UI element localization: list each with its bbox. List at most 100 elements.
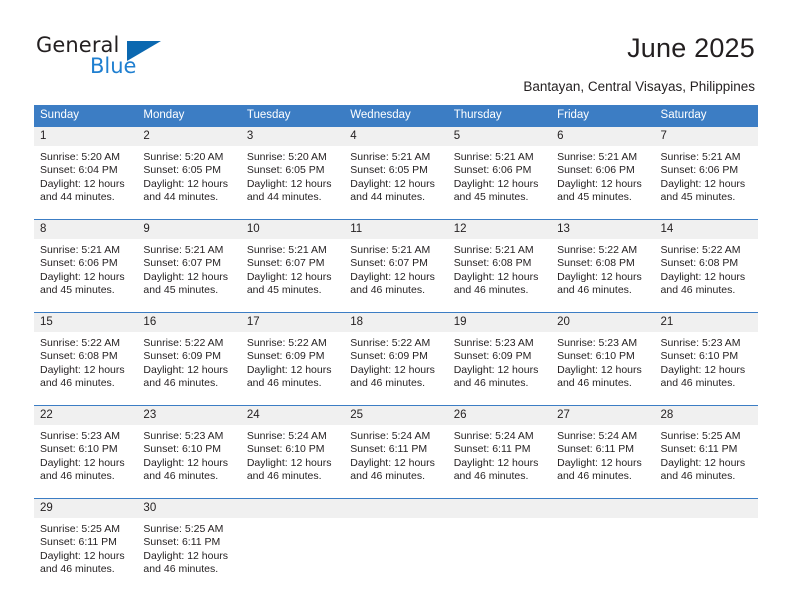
day-number: 4 [344,127,448,146]
day-details: Sunrise: 5:24 AM Sunset: 6:11 PM Dayligh… [448,425,551,484]
calendar-week-row: 15 Sunrise: 5:22 AM Sunset: 6:08 PM Dayl… [34,312,758,406]
day-number [551,499,655,518]
calendar-day-cell[interactable]: 29 Sunrise: 5:25 AM Sunset: 6:11 PM Dayl… [34,498,138,587]
day-number [240,499,345,518]
calendar-day-cell[interactable]: 20 Sunrise: 5:23 AM Sunset: 6:10 PM Dayl… [551,312,655,406]
day-details: Sunrise: 5:20 AM Sunset: 6:04 PM Dayligh… [34,146,137,205]
day-number: 12 [447,220,552,239]
sunrise-text: Sunrise: 5:21 AM [40,244,120,256]
day-number: 6 [551,127,655,146]
day-number: 8 [34,220,138,239]
calendar-day-cell[interactable]: 9 Sunrise: 5:21 AM Sunset: 6:07 PM Dayli… [137,219,241,313]
sunset-text: Sunset: 6:07 PM [246,257,325,270]
calendar-day-cell[interactable]: 14 Sunrise: 5:22 AM Sunset: 6:08 PM Dayl… [654,219,758,313]
sunrise-text: Sunrise: 5:25 AM [40,523,120,535]
daylight-text: Daylight: 12 hours and 45 minutes. [143,270,229,297]
day-number: 24 [240,406,345,425]
calendar-day-cell-empty [447,498,552,587]
calendar-day-cell[interactable]: 26 Sunrise: 5:24 AM Sunset: 6:11 PM Dayl… [447,405,552,499]
calendar-day-cell[interactable]: 22 Sunrise: 5:23 AM Sunset: 6:10 PM Dayl… [34,405,138,499]
calendar-day-cell[interactable]: 28 Sunrise: 5:25 AM Sunset: 6:11 PM Dayl… [654,405,758,499]
daylight-text: Daylight: 12 hours and 45 minutes. [246,270,332,297]
calendar-week-row: 8 Sunrise: 5:21 AM Sunset: 6:06 PM Dayli… [34,219,758,313]
calendar-day-cell[interactable]: 6 Sunrise: 5:21 AM Sunset: 6:06 PM Dayli… [551,126,655,220]
day-details: Sunrise: 5:25 AM Sunset: 6:11 PM Dayligh… [655,425,758,484]
daylight-text: Daylight: 12 hours and 45 minutes. [453,177,539,204]
calendar-day-cell[interactable]: 27 Sunrise: 5:24 AM Sunset: 6:11 PM Dayl… [551,405,655,499]
daylight-text: Daylight: 12 hours and 46 minutes. [557,270,642,297]
sunset-text: Sunset: 6:11 PM [557,443,634,456]
calendar-day-cell[interactable]: 7 Sunrise: 5:21 AM Sunset: 6:06 PM Dayli… [654,126,758,220]
calendar-day-cell[interactable]: 3 Sunrise: 5:20 AM Sunset: 6:05 PM Dayli… [240,126,345,220]
day-details: Sunrise: 5:21 AM Sunset: 6:07 PM Dayligh… [344,239,447,298]
day-details: Sunrise: 5:24 AM Sunset: 6:11 PM Dayligh… [551,425,654,484]
day-number: 7 [654,127,758,146]
daylight-text: Daylight: 12 hours and 45 minutes. [557,177,642,204]
day-details: Sunrise: 5:22 AM Sunset: 6:09 PM Dayligh… [137,332,240,391]
daylight-text: Daylight: 12 hours and 46 minutes. [350,456,435,483]
sunrise-text: Sunrise: 5:21 AM [453,244,534,256]
day-details: Sunrise: 5:20 AM Sunset: 6:05 PM Dayligh… [137,146,240,205]
day-number: 2 [137,127,241,146]
page-subtitle: Bantayan, Central Visayas, Philippines [523,79,755,94]
daylight-text: Daylight: 12 hours and 46 minutes. [453,456,539,483]
calendar-day-cell[interactable]: 24 Sunrise: 5:24 AM Sunset: 6:10 PM Dayl… [240,405,345,499]
daylight-text: Daylight: 12 hours and 46 minutes. [350,270,435,297]
day-details: Sunrise: 5:22 AM Sunset: 6:08 PM Dayligh… [655,239,758,298]
sunrise-text: Sunrise: 5:22 AM [143,337,224,349]
sunset-text: Sunset: 6:11 PM [143,536,221,549]
day-number: 19 [447,313,552,332]
day-number [344,499,448,518]
sunset-text: Sunset: 6:06 PM [557,164,635,177]
calendar-day-cell[interactable]: 18 Sunrise: 5:22 AM Sunset: 6:09 PM Dayl… [344,312,448,406]
calendar-day-cell[interactable]: 5 Sunrise: 5:21 AM Sunset: 6:06 PM Dayli… [447,126,552,220]
calendar-day-cell[interactable]: 12 Sunrise: 5:21 AM Sunset: 6:08 PM Dayl… [447,219,552,313]
sunset-text: Sunset: 6:10 PM [143,443,222,456]
sunset-text: Sunset: 6:11 PM [40,536,117,549]
calendar-day-cell[interactable]: 1 Sunrise: 5:20 AM Sunset: 6:04 PM Dayli… [34,126,138,220]
sunrise-text: Sunrise: 5:23 AM [453,337,534,349]
calendar-day-cell-empty [654,498,758,587]
day-details: Sunrise: 5:21 AM Sunset: 6:07 PM Dayligh… [241,239,344,298]
daylight-text: Daylight: 12 hours and 46 minutes. [40,549,125,576]
weekday-header-friday: Friday [551,105,655,127]
calendar-day-cell[interactable]: 13 Sunrise: 5:22 AM Sunset: 6:08 PM Dayl… [551,219,655,313]
calendar-day-cell[interactable]: 21 Sunrise: 5:23 AM Sunset: 6:10 PM Dayl… [654,312,758,406]
sunrise-text: Sunrise: 5:24 AM [246,430,327,442]
calendar-week-row: 1 Sunrise: 5:20 AM Sunset: 6:04 PM Dayli… [34,126,758,220]
sunrise-text: Sunrise: 5:21 AM [350,151,431,163]
sunrise-text: Sunrise: 5:20 AM [143,151,224,163]
calendar-day-cell[interactable]: 17 Sunrise: 5:22 AM Sunset: 6:09 PM Dayl… [240,312,345,406]
calendar-day-cell[interactable]: 10 Sunrise: 5:21 AM Sunset: 6:07 PM Dayl… [240,219,345,313]
day-details: Sunrise: 5:23 AM Sunset: 6:10 PM Dayligh… [655,332,758,391]
daylight-text: Daylight: 12 hours and 44 minutes. [246,177,332,204]
calendar-day-cell[interactable]: 8 Sunrise: 5:21 AM Sunset: 6:06 PM Dayli… [34,219,138,313]
sunrise-text: Sunrise: 5:24 AM [557,430,638,442]
sunrise-text: Sunrise: 5:23 AM [143,430,224,442]
sunset-text: Sunset: 6:08 PM [660,257,739,270]
day-number [447,499,552,518]
calendar-day-cell[interactable]: 4 Sunrise: 5:21 AM Sunset: 6:05 PM Dayli… [344,126,448,220]
calendar-day-cell[interactable]: 23 Sunrise: 5:23 AM Sunset: 6:10 PM Dayl… [137,405,241,499]
daylight-text: Daylight: 12 hours and 46 minutes. [143,456,229,483]
sunrise-text: Sunrise: 5:20 AM [40,151,120,163]
calendar-day-cell[interactable]: 11 Sunrise: 5:21 AM Sunset: 6:07 PM Dayl… [344,219,448,313]
calendar-day-cell[interactable]: 16 Sunrise: 5:22 AM Sunset: 6:09 PM Dayl… [137,312,241,406]
sunset-text: Sunset: 6:09 PM [350,350,428,363]
daylight-text: Daylight: 12 hours and 44 minutes. [350,177,435,204]
sunrise-text: Sunrise: 5:21 AM [246,244,327,256]
sunset-text: Sunset: 6:11 PM [660,443,738,456]
calendar-week-row: 29 Sunrise: 5:25 AM Sunset: 6:11 PM Dayl… [34,498,758,587]
calendar-day-cell[interactable]: 25 Sunrise: 5:24 AM Sunset: 6:11 PM Dayl… [344,405,448,499]
calendar-day-cell[interactable]: 30 Sunrise: 5:25 AM Sunset: 6:11 PM Dayl… [137,498,241,587]
sunset-text: Sunset: 6:09 PM [453,350,532,363]
daylight-text: Daylight: 12 hours and 46 minutes. [246,456,332,483]
daylight-text: Daylight: 12 hours and 46 minutes. [557,363,642,390]
calendar-day-cell[interactable]: 15 Sunrise: 5:22 AM Sunset: 6:08 PM Dayl… [34,312,138,406]
general-blue-logo[interactable]: General Blue [36,33,166,81]
sunrise-sunset-calendar: Sunday Monday Tuesday Wednesday Thursday… [34,105,758,587]
sunset-text: Sunset: 6:09 PM [143,350,222,363]
sunrise-text: Sunrise: 5:23 AM [660,337,741,349]
calendar-day-cell[interactable]: 19 Sunrise: 5:23 AM Sunset: 6:09 PM Dayl… [447,312,552,406]
calendar-day-cell[interactable]: 2 Sunrise: 5:20 AM Sunset: 6:05 PM Dayli… [137,126,241,220]
